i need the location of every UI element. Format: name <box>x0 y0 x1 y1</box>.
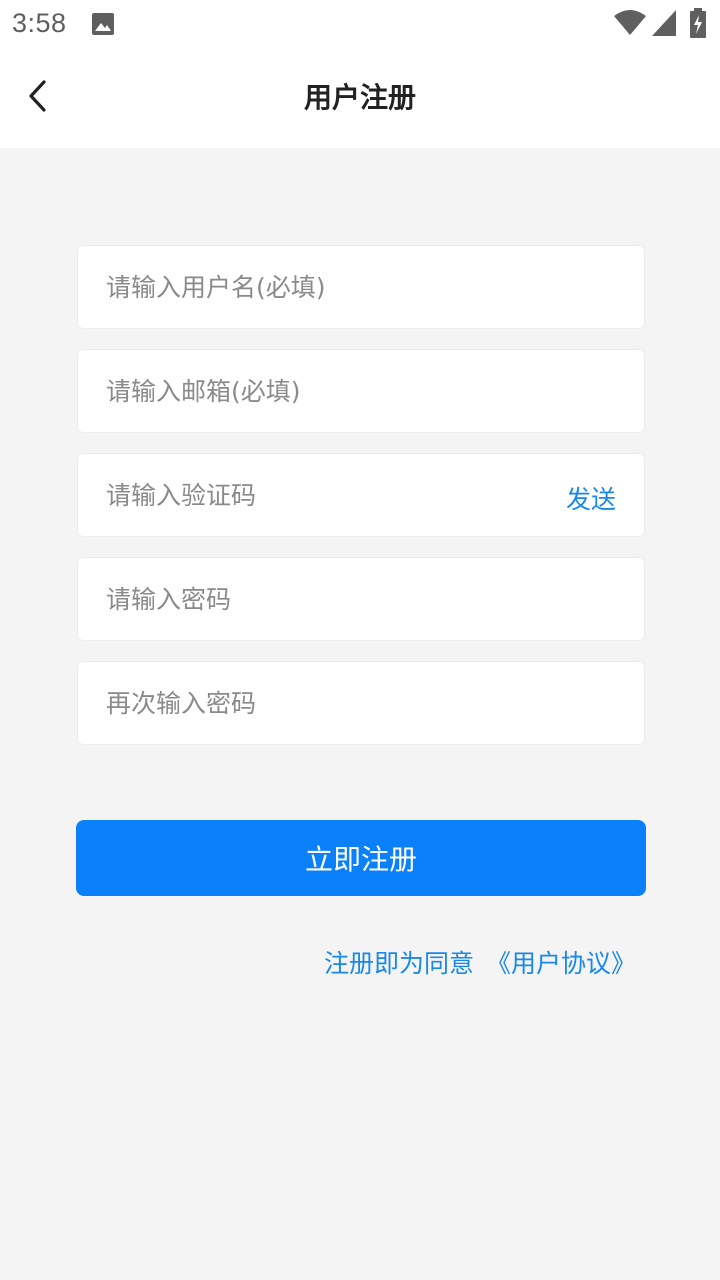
send-code-button[interactable]: 发送 <box>566 480 616 516</box>
image-icon <box>92 13 114 39</box>
user-agreement-link[interactable]: 《用户协议》 <box>486 949 636 978</box>
confirm-password-field <box>77 661 645 745</box>
email-field <box>77 349 645 433</box>
confirm-password-input[interactable] <box>106 662 546 744</box>
email-input[interactable] <box>106 350 546 432</box>
page-title: 用户注册 <box>303 81 416 114</box>
status-bar: 3:58 <box>0 0 720 48</box>
wifi-icon <box>614 10 646 40</box>
status-time: 3:58 <box>12 8 67 38</box>
username-field <box>77 245 645 329</box>
nav-bar: 用户注册 <box>0 48 720 148</box>
signal-icon <box>652 10 676 40</box>
battery-charging-icon <box>690 8 706 42</box>
verification-code-input[interactable] <box>106 454 546 536</box>
verification-code-field: 发送 <box>77 453 645 537</box>
password-field <box>77 557 645 641</box>
register-button[interactable]: 立即注册 <box>76 820 646 896</box>
username-input[interactable] <box>106 246 546 328</box>
agreement-text: 注册即为同意 <box>323 949 474 978</box>
password-input[interactable] <box>106 558 546 640</box>
agreement-line: 注册即为同意 《用户协议》 <box>324 944 636 980</box>
